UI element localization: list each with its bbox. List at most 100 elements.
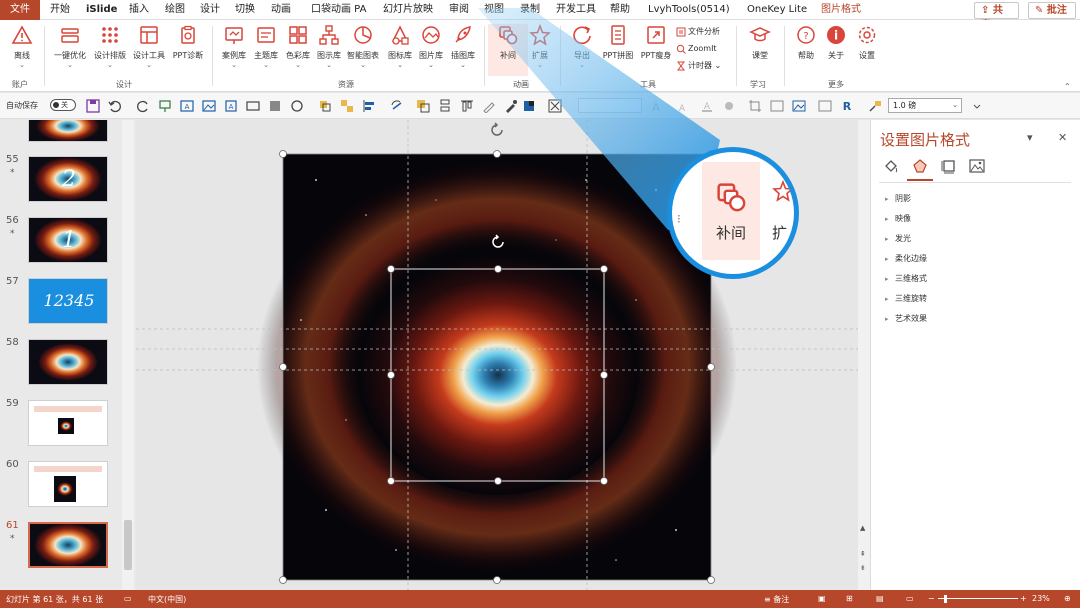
slide-thumbnail-59[interactable] (28, 400, 108, 446)
zoom-in-icon[interactable]: + (1020, 594, 1027, 603)
classroom-button[interactable]: 课堂 (740, 24, 780, 76)
format-painter-icon[interactable] (868, 99, 882, 113)
section-3d-format[interactable]: ▸ 三维格式 (885, 273, 927, 284)
tab-picture-format[interactable]: 图片格式 (815, 0, 867, 20)
effects-tab-icon[interactable] (912, 158, 928, 174)
slide-thumbnail-57[interactable]: 12345 (28, 278, 108, 324)
smart-chart-button[interactable]: 智能图表 ⌄ (343, 24, 383, 76)
customize-qat-icon[interactable] (970, 99, 984, 113)
zoom-slider[interactable] (938, 598, 1018, 599)
file-analysis-button[interactable]: 文件分析 (676, 24, 720, 40)
slide-thumbnail-60[interactable] (28, 461, 108, 507)
settings-button[interactable]: 设置 (847, 24, 887, 76)
timer-button[interactable]: 计时器 ⌄ (676, 58, 721, 74)
crop-tool-icon[interactable] (748, 99, 762, 113)
bring-forward-icon[interactable] (416, 99, 430, 113)
reset-picture-icon[interactable] (818, 99, 832, 113)
tab-draw[interactable]: 绘图 (159, 0, 191, 20)
rotate-icon[interactable] (390, 99, 404, 113)
arrange-icon[interactable] (318, 99, 332, 113)
tab-lvyhtools[interactable]: LvyhTools(0514) (642, 0, 736, 20)
zoomit-button[interactable]: ZoomIt (676, 41, 717, 57)
section-3d-rotation[interactable]: ▸ 三维旋转 (885, 293, 927, 304)
slides-panel-scrollbar[interactable] (122, 120, 134, 590)
tab-design[interactable]: 设计 (194, 0, 226, 20)
fill-line-tab-icon[interactable] (883, 158, 899, 174)
slide-thumbnail-58[interactable] (28, 339, 108, 385)
tab-islide[interactable]: iSlide (80, 0, 123, 20)
section-glow[interactable]: ▸ 发光 (885, 233, 911, 244)
selection-pane-icon[interactable] (548, 99, 562, 113)
font-color-icon[interactable]: A (700, 99, 714, 113)
group-icon[interactable] (340, 99, 354, 113)
design-layout-button[interactable]: 设计排版 ⌄ (90, 24, 130, 76)
increase-font-icon[interactable]: A (650, 99, 664, 113)
tab-review[interactable]: 审阅 (443, 0, 475, 20)
tab-insert[interactable]: 插入 (123, 0, 155, 20)
collapse-ribbon-icon[interactable]: ⌃ (1064, 82, 1071, 91)
image-icon[interactable] (202, 99, 216, 113)
change-picture-icon[interactable] (792, 99, 806, 113)
inner-rotate-handle-icon[interactable] (490, 234, 506, 250)
zoom-tween-button[interactable]: 补间 (702, 162, 760, 260)
extend-button[interactable]: 扩展 ⌄ (520, 24, 560, 76)
shapes-icon[interactable] (246, 99, 260, 113)
tab-onekey-lite[interactable]: OneKey Lite (741, 0, 813, 20)
save-icon[interactable] (86, 99, 100, 113)
tab-home[interactable]: 开始 (44, 0, 76, 20)
distribute-icon[interactable] (438, 99, 452, 113)
picture-tab-icon[interactable] (969, 158, 985, 174)
comment-button[interactable]: ✎ 批注 (1028, 2, 1076, 19)
pen-icon[interactable] (482, 99, 496, 113)
section-soft-edges[interactable]: ▸ 柔化边缘 (885, 253, 927, 264)
tab-developer[interactable]: 开发工具 (550, 0, 602, 20)
zoom-level[interactable]: 23% (1032, 594, 1050, 603)
language-status[interactable]: 中文(中国) (148, 594, 186, 605)
tab-help[interactable]: 帮助 (604, 0, 636, 20)
eyedropper-icon[interactable] (504, 99, 518, 113)
section-artistic-effects[interactable]: ▸ 艺术效果 (885, 313, 927, 324)
redo-icon[interactable] (136, 99, 150, 113)
zoom-out-icon[interactable]: − (928, 594, 935, 603)
rotate-handle-icon[interactable] (489, 122, 505, 138)
line-weight-select[interactable]: 1.0 磅 ⌄ (888, 98, 962, 113)
present-icon[interactable] (158, 99, 172, 113)
slide-sorter-icon[interactable]: ⊞ (846, 594, 853, 603)
autosave-toggle[interactable]: 关 (50, 99, 76, 111)
ppt-collage-button[interactable]: PPT拼图 (598, 24, 638, 76)
text-box-icon[interactable]: A (180, 99, 194, 113)
notes-button[interactable]: ≡ 备注 (764, 594, 789, 605)
size-properties-tab-icon[interactable] (941, 158, 957, 174)
scroll-up-icon[interactable]: ▲ (860, 524, 865, 532)
share-button[interactable]: ⇪ 共享 (974, 2, 1019, 31)
previous-slide-icon[interactable]: ⇞ (860, 550, 866, 558)
section-shadow[interactable]: ▸ 阴影 (885, 193, 911, 204)
align-top-icon[interactable] (460, 99, 474, 113)
font-name-box[interactable] (578, 98, 642, 113)
export-button[interactable]: 导出 ⌄ (562, 24, 602, 76)
fill-color-icon[interactable] (522, 99, 536, 113)
compress-icon[interactable] (770, 99, 784, 113)
reading-view-icon[interactable]: ▤ (876, 594, 884, 603)
shape-fill-icon[interactable] (722, 99, 736, 113)
normal-view-icon[interactable]: ▣ (818, 594, 826, 603)
align-icon[interactable] (362, 99, 376, 113)
slide-thumbnail-54[interactable] (28, 120, 108, 142)
zoom-slider-thumb[interactable] (944, 595, 947, 603)
canvas-scrollbar[interactable]: ▲ ⇞ ⇟ (858, 120, 870, 590)
tab-file[interactable]: 文件 (0, 0, 40, 20)
one-click-optimize-button[interactable]: 一键优化 ⌄ (50, 24, 90, 76)
tab-view[interactable]: 视图 (478, 0, 510, 20)
tab-pocket-animation[interactable]: 口袋动画 PA (305, 0, 372, 20)
slide-thumbnail-56[interactable]: 1 (28, 217, 108, 263)
tab-animations[interactable]: 动画 (265, 0, 297, 20)
slide-thumbnail-55[interactable]: 2 (28, 156, 108, 202)
tab-slideshow[interactable]: 幻灯片放映 (377, 0, 439, 20)
decrease-font-icon[interactable]: A (676, 99, 690, 113)
r-style-icon[interactable]: R (840, 99, 854, 113)
illustration-library-button[interactable]: 插图库 ⌄ (443, 24, 483, 76)
undo-icon[interactable] (108, 99, 122, 113)
slide-thumbnail-61[interactable] (28, 522, 108, 568)
offline-button[interactable]: 离线 ⌄ (2, 24, 42, 76)
tab-transitions[interactable]: 切换 (229, 0, 261, 20)
